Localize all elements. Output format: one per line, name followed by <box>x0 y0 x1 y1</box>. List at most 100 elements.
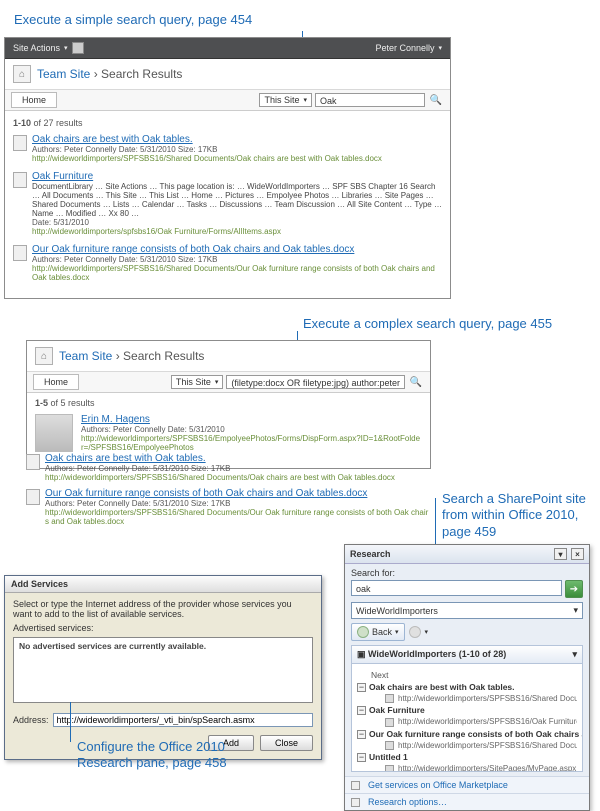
site-actions-label: Site Actions <box>13 43 60 53</box>
research-options-link[interactable]: Research options… <box>345 793 589 810</box>
marketplace-link[interactable]: Get services on Office Marketplace <box>345 776 589 793</box>
result-url: http://wideworldimporters/SPFSBS16/Empol… <box>81 434 422 452</box>
site-logo-icon[interactable]: ⌂ <box>35 347 53 365</box>
docx-icon <box>26 454 40 470</box>
result-meta: Authors: Peter Connelly Date: 5/31/2010 … <box>45 499 431 508</box>
result-title[interactable]: Erin M. Hagens <box>81 414 150 425</box>
chevron-down-icon: ▾ <box>425 628 429 636</box>
result-title[interactable]: Our Oak furniture range consists of both… <box>45 488 367 499</box>
tree-node[interactable]: −Our Oak furniture range consists of bot… <box>357 729 577 739</box>
advertised-label: Advertised services: <box>13 623 313 633</box>
options-icon <box>351 798 360 807</box>
site-logo-icon[interactable]: ⌂ <box>13 65 31 83</box>
results-list: 1-10 of 27 results Oak chairs are best w… <box>5 111 450 298</box>
result-meta: Authors: Peter Connelly Date: 5/31/2010 … <box>45 464 395 473</box>
tab-home[interactable]: Home <box>33 374 79 390</box>
go-button[interactable]: ➔ <box>565 580 583 598</box>
address-input[interactable] <box>53 713 313 727</box>
annotation-pointer <box>70 702 71 742</box>
tree-node[interactable]: −Untitled 1 <box>357 752 577 762</box>
tree-node-link[interactable]: http://wideworldimporters/SPFSBS16/Share… <box>357 694 577 703</box>
research-scope-select[interactable]: WideWorldImporters ▾ <box>351 602 583 619</box>
tree-node[interactable]: −Oak chairs are best with Oak tables. <box>357 682 577 692</box>
page-icon <box>385 741 394 750</box>
result-title[interactable]: Our Oak furniture range consists of both… <box>32 244 354 255</box>
result-item: Our Oak furniture range consists of both… <box>13 244 442 282</box>
chevron-down-icon: ▾ <box>573 605 578 616</box>
results-tree: Next −Oak chairs are best with Oak table… <box>351 664 583 772</box>
result-item: Oak chairs are best with Oak tables. Aut… <box>13 134 442 163</box>
search-input[interactable]: (filetype:docx OR filetype:jpg) author:p… <box>226 375 405 389</box>
result-title[interactable]: Oak chairs are best with Oak tables. <box>32 134 193 145</box>
docx-icon <box>13 135 27 151</box>
result-meta: Date: 5/31/2010 <box>32 218 442 227</box>
search-results-window-simple: Site Actions ▾ Peter Connelly ▾ ⌂ Team S… <box>4 37 451 299</box>
breadcrumb-sep: › <box>94 67 101 81</box>
user-menu[interactable]: Peter Connelly ▾ <box>375 43 442 53</box>
add-services-dialog: Add Services Select or type the Internet… <box>4 575 322 760</box>
search-results-window-complex: ⌂ Team Site › Search Results Home This S… <box>26 340 431 469</box>
annotation-office-search: Search a SharePoint site from within Off… <box>442 491 592 540</box>
docx-icon <box>26 489 40 505</box>
results-list-continued: Oak chairs are best with Oak tables. Aut… <box>26 453 431 532</box>
tree-next[interactable]: Next <box>357 670 577 680</box>
breadcrumb-sep: › <box>116 349 123 363</box>
collapse-icon[interactable]: − <box>357 730 366 739</box>
caret-icon: ▾ <box>572 649 577 660</box>
chevron-down-icon: ▾ <box>303 96 307 104</box>
scope-dropdown[interactable]: This Site ▾ <box>259 93 312 107</box>
forward-button[interactable] <box>409 626 421 638</box>
chevron-down-icon[interactable]: ▾ <box>554 548 567 560</box>
site-actions-menu[interactable]: Site Actions ▾ <box>13 42 84 54</box>
library-icon <box>13 172 27 188</box>
breadcrumb-team-site[interactable]: Team Site <box>37 67 90 81</box>
page-icon <box>385 718 394 727</box>
user-name: Peter Connelly <box>375 43 434 53</box>
research-scope-label: WideWorldImporters <box>356 606 438 616</box>
result-item: Oak chairs are best with Oak tables. Aut… <box>26 453 431 482</box>
collapse-icon[interactable]: − <box>357 706 366 715</box>
sub-bar: Home This Site ▾ Oak 🔍 <box>5 90 450 111</box>
result-item: Our Oak furniture range consists of both… <box>26 488 431 526</box>
tree-node-link[interactable]: http://wideworldimporters/SPFSBS16/Share… <box>357 741 577 750</box>
page-icon <box>385 694 394 703</box>
docx-icon <box>13 245 27 261</box>
search-icon[interactable]: 🔍 <box>428 92 444 108</box>
breadcrumb-team-site[interactable]: Team Site <box>59 349 112 363</box>
close-icon[interactable]: × <box>571 548 584 560</box>
research-search-input[interactable]: oak <box>351 580 562 596</box>
breadcrumb-current: Search Results <box>101 67 182 81</box>
result-item-person: Erin M. Hagens Authors: Peter Connelly D… <box>35 414 422 452</box>
tab-home[interactable]: Home <box>11 92 57 108</box>
advertised-services-list[interactable]: No advertised services are currently ava… <box>13 637 313 703</box>
tree-node-link[interactable]: http://wideworldimporters/SitePages/MyPa… <box>357 764 577 772</box>
back-button[interactable]: Back ▾ <box>351 623 405 641</box>
result-url: http://wideworldimporters/spfsbs16/Oak F… <box>32 227 442 236</box>
marketplace-icon <box>351 781 360 790</box>
research-pane: Research ▾ × Search for: oak ➔ WideWorld… <box>344 544 590 811</box>
result-title[interactable]: Oak Furniture <box>32 171 93 182</box>
annotation-complex-search: Execute a complex search query, page 455 <box>303 316 552 331</box>
search-input[interactable]: Oak <box>315 93 425 107</box>
page-icon <box>385 765 394 772</box>
breadcrumb: ⌂ Team Site › Search Results <box>5 59 450 90</box>
dialog-title: Add Services <box>5 576 321 593</box>
result-meta: Authors: Peter Connelly Date: 5/31/2010 <box>81 425 422 434</box>
tree-node-link[interactable]: http://wideworldimporters/SPFSBS16/Oak F… <box>357 717 577 726</box>
research-titlebar: Research ▾ × <box>345 545 589 564</box>
collapse-icon[interactable]: − <box>357 683 366 692</box>
result-meta: Authors: Peter Connelly Date: 5/31/2010 … <box>32 255 442 264</box>
result-title[interactable]: Oak chairs are best with Oak tables. <box>45 453 206 464</box>
result-item: Oak Furniture DocumentLibrary … Site Act… <box>13 171 442 236</box>
result-url: http://wideworldimporters/SPFSBS16/Share… <box>45 473 395 482</box>
browse-icon[interactable] <box>72 42 84 54</box>
sub-bar: Home This Site ▾ (filetype:docx OR filet… <box>27 372 430 393</box>
results-header[interactable]: ▣ WideWorldImporters (1-10 of 28) ▾ <box>351 645 583 664</box>
result-url: http://wideworldimporters/SPFSBS16/Share… <box>32 154 382 163</box>
collapse-icon[interactable]: − <box>357 753 366 762</box>
result-url: http://wideworldimporters/SPFSBS16/Share… <box>32 264 442 282</box>
tree-node[interactable]: −Oak Furniture <box>357 705 577 715</box>
dialog-instruction: Select or type the Internet address of t… <box>13 599 313 619</box>
search-icon[interactable]: 🔍 <box>408 374 424 390</box>
scope-dropdown[interactable]: This Site ▾ <box>171 375 224 389</box>
